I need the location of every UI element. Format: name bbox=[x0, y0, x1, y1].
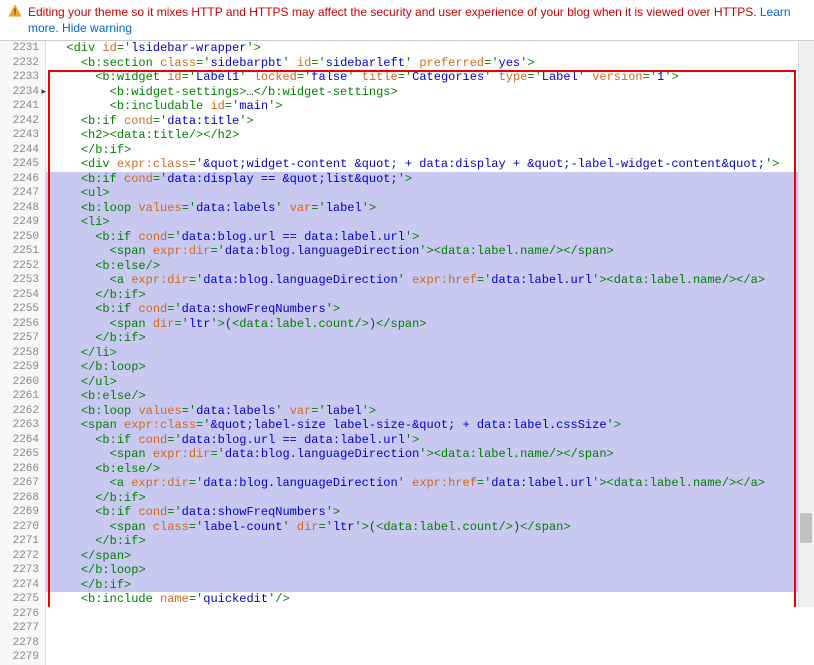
code-line[interactable]: </li> bbox=[46, 346, 814, 361]
line-number: 2232 bbox=[0, 56, 45, 71]
code-line[interactable]: <a expr:dir='data:blog.languageDirection… bbox=[46, 476, 814, 491]
code-line[interactable]: </b:if> bbox=[46, 578, 814, 593]
line-number: 2246 bbox=[0, 172, 45, 187]
code-line[interactable]: <b:if cond='data:display == &quot;list&q… bbox=[46, 172, 814, 187]
line-number: 2263 bbox=[0, 418, 45, 433]
warning-text: Editing your theme so it mixes HTTP and … bbox=[28, 5, 760, 19]
code-line[interactable]: </b:if> bbox=[46, 143, 814, 158]
line-number: 2276 bbox=[0, 607, 45, 622]
warning-icon bbox=[8, 4, 22, 18]
line-number: 2253 bbox=[0, 273, 45, 288]
code-line[interactable]: <b:if cond='data:showFreqNumbers'> bbox=[46, 302, 814, 317]
line-number: 2250 bbox=[0, 230, 45, 245]
line-number: 2244 bbox=[0, 143, 45, 158]
line-number: 2265 bbox=[0, 447, 45, 462]
line-number: 2234 bbox=[0, 85, 45, 100]
line-number: 2264 bbox=[0, 433, 45, 448]
code-line[interactable]: <ul> bbox=[46, 186, 814, 201]
line-number: 2248 bbox=[0, 201, 45, 216]
line-number: 2268 bbox=[0, 491, 45, 506]
line-number: 2272 bbox=[0, 549, 45, 564]
code-line[interactable]: <b:else/> bbox=[46, 389, 814, 404]
https-warning: Editing your theme so it mixes HTTP and … bbox=[0, 0, 814, 40]
line-number: 2249 bbox=[0, 215, 45, 230]
line-number: 2278 bbox=[0, 636, 45, 651]
code-line[interactable]: <span class='label-count' dir='ltr'>(<da… bbox=[46, 520, 814, 535]
code-line[interactable]: </b:if> bbox=[46, 491, 814, 506]
code-line[interactable]: <span expr:class='&quot;label-size label… bbox=[46, 418, 814, 433]
line-number: 2274 bbox=[0, 578, 45, 593]
line-number: 2256 bbox=[0, 317, 45, 332]
code-line[interactable]: <b:section class='sidebarpbt' id='sideba… bbox=[46, 56, 814, 71]
code-line[interactable]: <b:else/> bbox=[46, 462, 814, 477]
code-line[interactable]: <b:else/> bbox=[46, 259, 814, 274]
code-line[interactable]: <b:widget-settings>…</b:widget-settings> bbox=[46, 85, 814, 100]
line-gutter: 2231223222332234224122422243224422452246… bbox=[0, 41, 46, 665]
code-line[interactable]: </ul> bbox=[46, 375, 814, 390]
code-line[interactable]: <b:widget id='Label1' locked='false' tit… bbox=[46, 70, 814, 85]
line-number: 2255 bbox=[0, 302, 45, 317]
code-line[interactable]: <h2><data:title/></h2> bbox=[46, 128, 814, 143]
hide-warning-link[interactable]: Hide warning bbox=[62, 21, 132, 35]
code-line[interactable]: <span expr:dir='data:blog.languageDirect… bbox=[46, 244, 814, 259]
line-number: 2243 bbox=[0, 128, 45, 143]
code-line[interactable]: <b:includable id='main'> bbox=[46, 99, 814, 114]
line-number: 2267 bbox=[0, 476, 45, 491]
code-line[interactable]: <div expr:class='&quot;widget-content &q… bbox=[46, 157, 814, 172]
vertical-scrollbar[interactable] bbox=[798, 41, 814, 607]
code-line[interactable]: <b:if cond='data:showFreqNumbers'> bbox=[46, 505, 814, 520]
line-number: 2252 bbox=[0, 259, 45, 274]
code-line[interactable]: </b:if> bbox=[46, 534, 814, 549]
code-line[interactable]: <li> bbox=[46, 215, 814, 230]
code-line[interactable]: <div id='lsidebar-wrapper'> bbox=[46, 41, 814, 56]
line-number: 2245 bbox=[0, 157, 45, 172]
code-line[interactable]: <b:loop values='data:labels' var='label'… bbox=[46, 201, 814, 216]
line-number: 2273 bbox=[0, 563, 45, 578]
line-number: 2261 bbox=[0, 389, 45, 404]
code-line[interactable]: </div> bbox=[46, 607, 814, 608]
line-number: 2231 bbox=[0, 41, 45, 56]
line-number: 2279 bbox=[0, 650, 45, 665]
code-line[interactable]: <a expr:dir='data:blog.languageDirection… bbox=[46, 273, 814, 288]
line-number: 2251 bbox=[0, 244, 45, 259]
line-number: 2259 bbox=[0, 360, 45, 375]
code-line[interactable]: </b:if> bbox=[46, 288, 814, 303]
code-line[interactable]: <b:if cond='data:blog.url == data:label.… bbox=[46, 433, 814, 448]
line-number: 2262 bbox=[0, 404, 45, 419]
scrollbar-thumb[interactable] bbox=[800, 513, 812, 543]
line-number: 2254 bbox=[0, 288, 45, 303]
code-area[interactable]: <div id='lsidebar-wrapper'> <b:section c… bbox=[46, 41, 814, 607]
line-number: 2269 bbox=[0, 505, 45, 520]
line-number: 2266 bbox=[0, 462, 45, 477]
line-number: 2233 bbox=[0, 70, 45, 85]
code-line[interactable]: </b:loop> bbox=[46, 360, 814, 375]
line-number: 2257 bbox=[0, 331, 45, 346]
line-number: 2277 bbox=[0, 621, 45, 636]
code-line[interactable]: </b:loop> bbox=[46, 563, 814, 578]
line-number: 2270 bbox=[0, 520, 45, 535]
code-line[interactable]: <b:if cond='data:blog.url == data:label.… bbox=[46, 230, 814, 245]
line-number: 2271 bbox=[0, 534, 45, 549]
code-line[interactable]: <b:if cond='data:title'> bbox=[46, 114, 814, 129]
line-number: 2242 bbox=[0, 114, 45, 129]
code-line[interactable]: </b:if> bbox=[46, 331, 814, 346]
line-number: 2258 bbox=[0, 346, 45, 361]
code-editor[interactable]: 2231223222332234224122422243224422452246… bbox=[0, 40, 814, 607]
code-line[interactable]: <span dir='ltr'>(<data:label.count/>)</s… bbox=[46, 317, 814, 332]
line-number: 2241 bbox=[0, 99, 45, 114]
line-number: 2247 bbox=[0, 186, 45, 201]
code-line[interactable]: <span expr:dir='data:blog.languageDirect… bbox=[46, 447, 814, 462]
code-line[interactable]: <b:loop values='data:labels' var='label'… bbox=[46, 404, 814, 419]
line-number: 2260 bbox=[0, 375, 45, 390]
code-line[interactable]: </span> bbox=[46, 549, 814, 564]
